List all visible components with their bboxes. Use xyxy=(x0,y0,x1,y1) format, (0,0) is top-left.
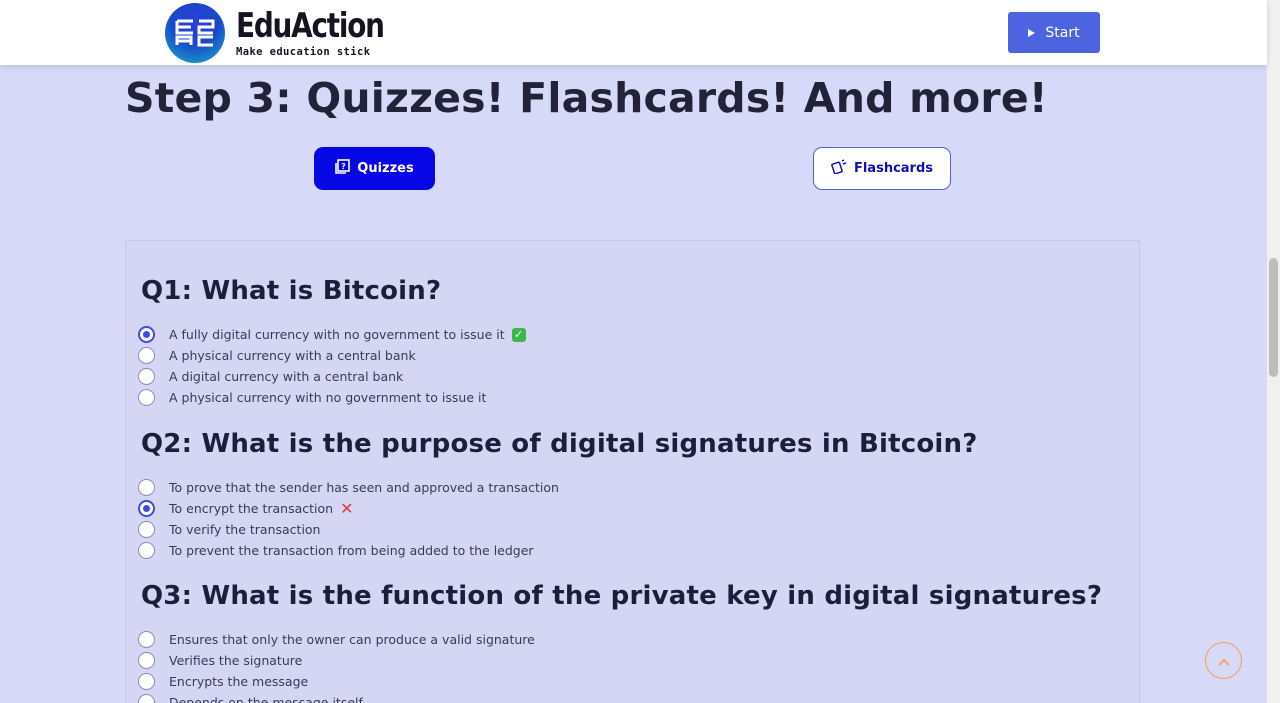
answer-option[interactable]: A physical currency with no government t… xyxy=(138,387,486,408)
start-button[interactable]: Start xyxy=(1008,12,1100,53)
answer-label: To encrypt the transaction xyxy=(169,501,334,516)
answer-option[interactable]: Verifies the signature xyxy=(138,650,302,671)
question-title: Q3: What is the function of the private … xyxy=(141,581,1103,611)
answer-option[interactable]: A fully digital currency with no governm… xyxy=(138,324,526,345)
answer-option[interactable]: Ensures that only the owner can produce … xyxy=(138,629,535,650)
brand-name[interactable]: EduAction xyxy=(236,8,385,44)
start-button-label: Start xyxy=(1045,24,1080,41)
answer-label: To verify the transaction xyxy=(169,522,321,537)
answer-label: Encrypts the message xyxy=(169,674,309,689)
flashcards-icon xyxy=(831,159,847,178)
answer-label: A digital currency with a central bank xyxy=(169,369,404,384)
tab-quizzes[interactable]: ? Quizzes xyxy=(314,147,435,190)
answer-label: A physical currency with a central bank xyxy=(169,348,416,363)
answer-option[interactable]: Depends on the message itself xyxy=(138,692,363,703)
correct-icon: ✓ xyxy=(511,327,526,342)
answer-option[interactable]: A physical currency with a central bank xyxy=(138,345,416,366)
tab-quizzes-label: Quizzes xyxy=(357,161,414,176)
radio-button[interactable] xyxy=(138,631,155,648)
answer-option[interactable]: Encrypts the message xyxy=(138,671,308,692)
answer-label: A physical currency with no government t… xyxy=(169,390,487,405)
radio-button[interactable] xyxy=(138,368,155,385)
scrollbar-thumb[interactable] xyxy=(1269,258,1278,377)
question-title: Q1: What is Bitcoin? xyxy=(141,276,442,306)
back-to-top-button[interactable] xyxy=(1205,642,1242,679)
answer-label: Ensures that only the owner can produce … xyxy=(169,632,535,647)
quiz-icon: ? xyxy=(335,159,351,178)
answer-option[interactable]: To prevent the transaction from being ad… xyxy=(138,540,534,561)
radio-button[interactable] xyxy=(138,389,155,406)
answer-label: A fully digital currency with no governm… xyxy=(169,327,505,342)
radio-button[interactable] xyxy=(138,673,155,690)
radio-button[interactable] xyxy=(138,652,155,669)
page-title: Step 3: Quizzes! Flashcards! And more! xyxy=(125,74,1048,122)
radio-button[interactable] xyxy=(138,479,155,496)
radio-button[interactable] xyxy=(138,500,155,517)
brand-tagline: Make education stick xyxy=(236,46,371,58)
answer-label: To prove that the sender has seen and ap… xyxy=(169,480,559,495)
incorrect-icon: ✕ xyxy=(340,498,354,518)
play-icon xyxy=(1028,28,1036,37)
answer-option[interactable]: To prove that the sender has seen and ap… xyxy=(138,477,559,498)
answer-option[interactable]: A digital currency with a central bank xyxy=(138,366,403,387)
radio-button[interactable] xyxy=(138,347,155,364)
answer-label: Depends on the message itself xyxy=(169,695,363,703)
radio-button[interactable] xyxy=(138,326,155,343)
site-header: EduAction Make education stick Start xyxy=(0,0,1267,65)
radio-button[interactable] xyxy=(138,521,155,538)
svg-text:?: ? xyxy=(341,162,346,171)
answer-label: Verifies the signature xyxy=(169,653,303,668)
radio-button[interactable] xyxy=(138,542,155,559)
tab-flashcards-label: Flashcards xyxy=(853,161,934,176)
tab-flashcards[interactable]: Flashcards xyxy=(813,147,951,190)
question-title: Q2: What is the purpose of digital signa… xyxy=(141,429,978,459)
page-scrollbar[interactable] xyxy=(1267,0,1280,703)
radio-button[interactable] xyxy=(138,694,155,703)
answer-label: To prevent the transaction from being ad… xyxy=(169,543,534,558)
brand-logo-icon[interactable] xyxy=(165,3,225,63)
answer-option[interactable]: To verify the transaction xyxy=(138,519,320,540)
answer-option[interactable]: To encrypt the transaction ✕ xyxy=(138,498,353,519)
chevron-up-icon xyxy=(1217,651,1230,670)
